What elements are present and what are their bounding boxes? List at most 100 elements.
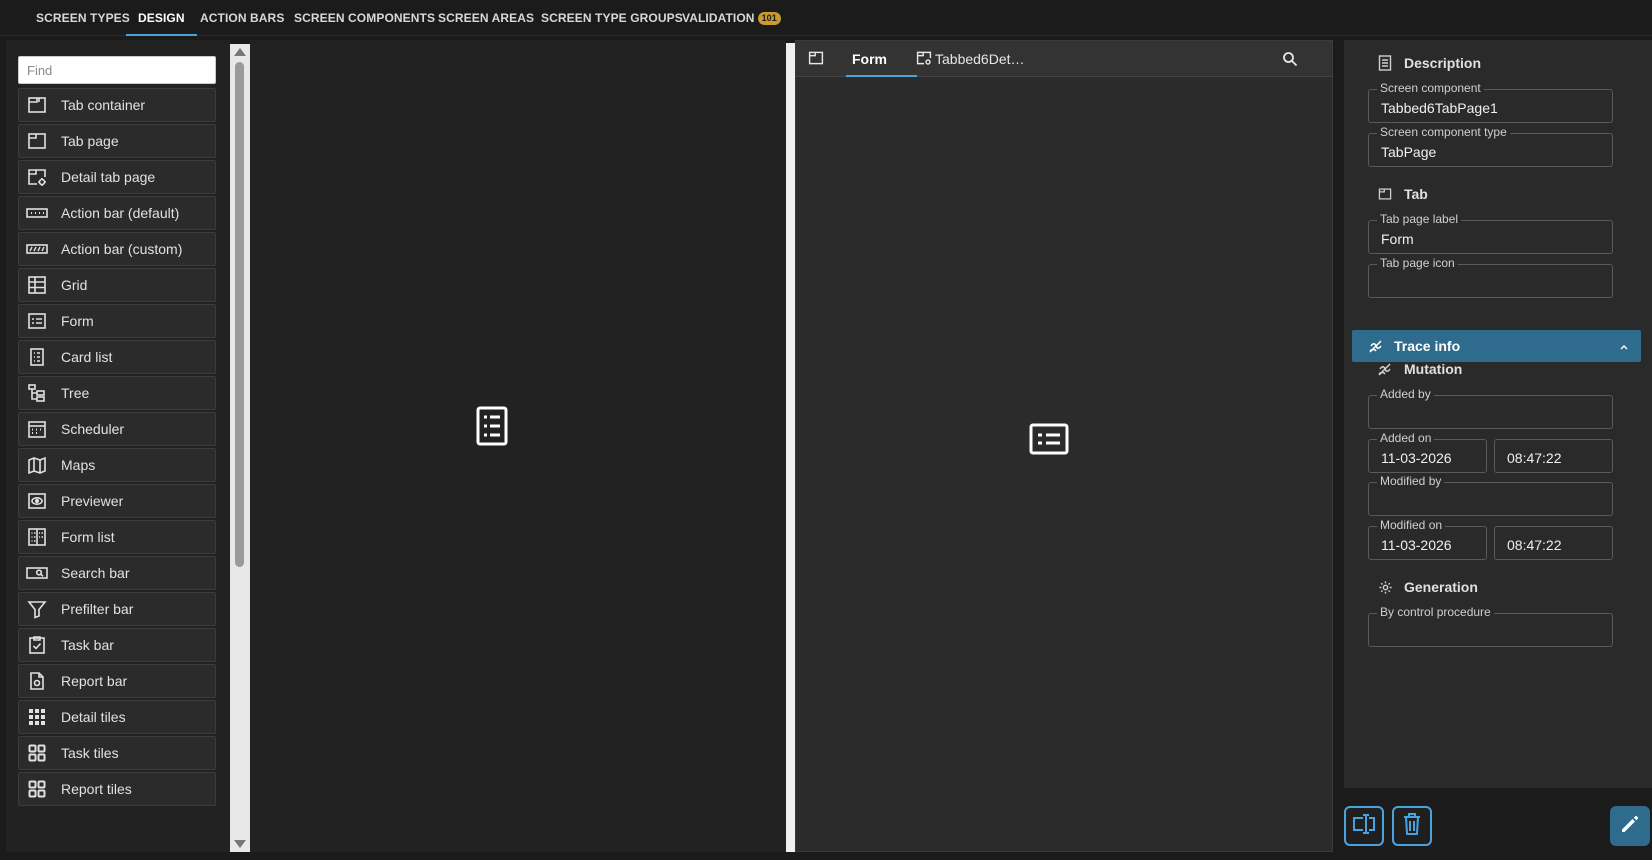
field-label: Modified on	[1377, 518, 1446, 532]
palette-item-label: Form list	[61, 529, 115, 545]
palette-item-task-tiles[interactable]: Task tiles	[18, 736, 216, 770]
palette-item-search-bar[interactable]: Search bar	[18, 556, 216, 590]
properties-panel: Description Screen component Tabbed6TabP…	[1344, 40, 1652, 788]
delete-button[interactable]	[1392, 806, 1432, 846]
field-value: Tabbed6TabPage1	[1381, 100, 1498, 116]
chevron-up-icon[interactable]	[1619, 339, 1629, 357]
modified-by-field[interactable]: Modified by	[1368, 474, 1613, 516]
palette-item-label: Prefilter bar	[61, 601, 134, 617]
section-generation: Generation	[1376, 578, 1478, 596]
field-value: 11-03-2026	[1381, 537, 1452, 553]
top-tab-bar: SCREEN TYPES DESIGN ACTION BARS SCREEN C…	[0, 0, 1652, 36]
tab-container-icon	[25, 94, 49, 116]
palette-item-tree[interactable]: Tree	[18, 376, 216, 410]
palette-item-report-bar[interactable]: Report bar	[18, 664, 216, 698]
field-label: Modified by	[1377, 474, 1445, 488]
card-list-icon	[476, 406, 508, 451]
modified-on-date-field[interactable]: Modified on 11-03-2026	[1368, 518, 1487, 560]
field-label: Screen component	[1377, 81, 1484, 95]
field-label: By control procedure	[1377, 605, 1494, 619]
screen-component-field[interactable]: Screen component Tabbed6TabPage1	[1368, 81, 1613, 123]
detail-tiles-icon	[25, 706, 49, 728]
trace-info-icon	[1368, 338, 1384, 354]
component-palette: Tab container Tab page Detail tab page A…	[6, 40, 230, 852]
tab-screen-type-groups[interactable]: SCREEN TYPE GROUPS	[541, 0, 683, 36]
by-control-procedure-field[interactable]: By control procedure	[1368, 605, 1613, 647]
panel-splitter[interactable]	[786, 43, 795, 852]
palette-item-label: Card list	[61, 349, 113, 365]
tab-page-icon	[25, 130, 49, 152]
palette-item-action-bar-default[interactable]: Action bar (default)	[18, 196, 216, 230]
search-icon[interactable]	[1282, 41, 1298, 77]
added-by-field[interactable]: Added by	[1368, 387, 1613, 429]
palette-item-prefilter-bar[interactable]: Prefilter bar	[18, 592, 216, 626]
palette-item-maps[interactable]: Maps	[18, 448, 216, 482]
palette-item-detail-tab-page[interactable]: Detail tab page	[18, 160, 216, 194]
palette-item-label: Action bar (default)	[61, 205, 180, 221]
scheduler-icon	[25, 418, 49, 440]
canvas-tab-tabbed6det[interactable]: Tabbed6Det…	[916, 41, 1025, 77]
validation-count-badge: 101	[757, 12, 781, 25]
trace-info-title: Trace info	[1394, 338, 1461, 354]
form-icon	[1029, 423, 1069, 460]
section-tab: Tab	[1376, 185, 1428, 203]
palette-item-grid[interactable]: Grid	[18, 268, 216, 302]
tab-design[interactable]: DESIGN	[126, 0, 197, 36]
tab-screen-areas[interactable]: SCREEN AREAS	[438, 0, 534, 36]
added-on-date-field[interactable]: Added on 11-03-2026	[1368, 431, 1487, 473]
section-mutation-title: Mutation	[1404, 361, 1463, 377]
palette-item-form[interactable]: Form	[18, 304, 216, 338]
task-tiles-icon	[25, 742, 49, 764]
tab-action-bars[interactable]: ACTION BARS	[200, 0, 284, 36]
filter-icon	[25, 598, 49, 620]
tree-icon	[25, 382, 49, 404]
section-description: Description	[1376, 54, 1481, 72]
action-bar-custom-icon	[25, 238, 49, 260]
screen-component-type-field[interactable]: Screen component type TabPage	[1368, 125, 1613, 167]
palette-item-card-list[interactable]: Card list	[18, 340, 216, 374]
palette-item-label: Task tiles	[61, 745, 119, 761]
tab-screen-types[interactable]: SCREEN TYPES	[36, 0, 130, 36]
added-on-time-field[interactable]: 08:47:22	[1494, 439, 1613, 473]
palette-item-scheduler[interactable]: Scheduler	[18, 412, 216, 446]
palette-item-label: Detail tab page	[61, 169, 156, 185]
tab-validation[interactable]: VALIDATION 101	[682, 0, 781, 36]
trace-info-header[interactable]: Trace info	[1352, 330, 1641, 362]
design-canvas-left[interactable]	[250, 40, 786, 852]
palette-item-label: Tab container	[61, 97, 146, 113]
palette-item-tab-container[interactable]: Tab container	[18, 88, 216, 122]
palette-item-tab-page[interactable]: Tab page	[18, 124, 216, 158]
tab-screen-components[interactable]: SCREEN COMPONENTS	[294, 0, 435, 36]
scroll-down-arrow-icon[interactable]	[234, 840, 246, 848]
palette-item-detail-tiles[interactable]: Detail tiles	[18, 700, 216, 734]
section-tab-title: Tab	[1404, 186, 1428, 202]
trash-icon	[1402, 812, 1422, 841]
action-bar-default-icon	[25, 202, 49, 224]
section-generation-title: Generation	[1404, 579, 1478, 595]
find-input[interactable]	[18, 56, 216, 84]
scrollbar-thumb[interactable]	[235, 62, 244, 567]
edit-button[interactable]	[1610, 806, 1650, 846]
palette-item-label: Form	[61, 313, 94, 329]
palette-item-form-list[interactable]: Form list	[18, 520, 216, 554]
field-label: Added on	[1377, 431, 1435, 445]
rename-button[interactable]	[1344, 806, 1384, 846]
palette-scrollbar[interactable]	[230, 44, 250, 852]
design-canvas-right[interactable]: Form Tabbed6Det…	[795, 40, 1333, 852]
description-icon	[1376, 54, 1394, 72]
palette-item-previewer[interactable]: Previewer	[18, 484, 216, 518]
canvas-tab-form[interactable]: Form	[846, 41, 917, 77]
palette-item-report-tiles[interactable]: Report tiles	[18, 772, 216, 806]
mutation-icon	[1376, 360, 1394, 378]
tab-page-label-field[interactable]: Tab page label Form	[1368, 212, 1613, 254]
tab-design-label: DESIGN	[138, 11, 185, 25]
tab-page-icon	[1376, 185, 1394, 203]
scroll-up-arrow-icon[interactable]	[234, 48, 246, 56]
modified-on-time-field[interactable]: 08:47:22	[1494, 526, 1613, 560]
tab-page-icon-field[interactable]: Tab page icon	[1368, 256, 1613, 298]
palette-item-task-bar[interactable]: Task bar	[18, 628, 216, 662]
canvas-tab-form-label: Form	[852, 51, 887, 67]
palette-item-action-bar-custom[interactable]: Action bar (custom)	[18, 232, 216, 266]
canvas-tab-page-icon-button[interactable]	[808, 41, 824, 77]
palette-item-label: Tab page	[61, 133, 119, 149]
